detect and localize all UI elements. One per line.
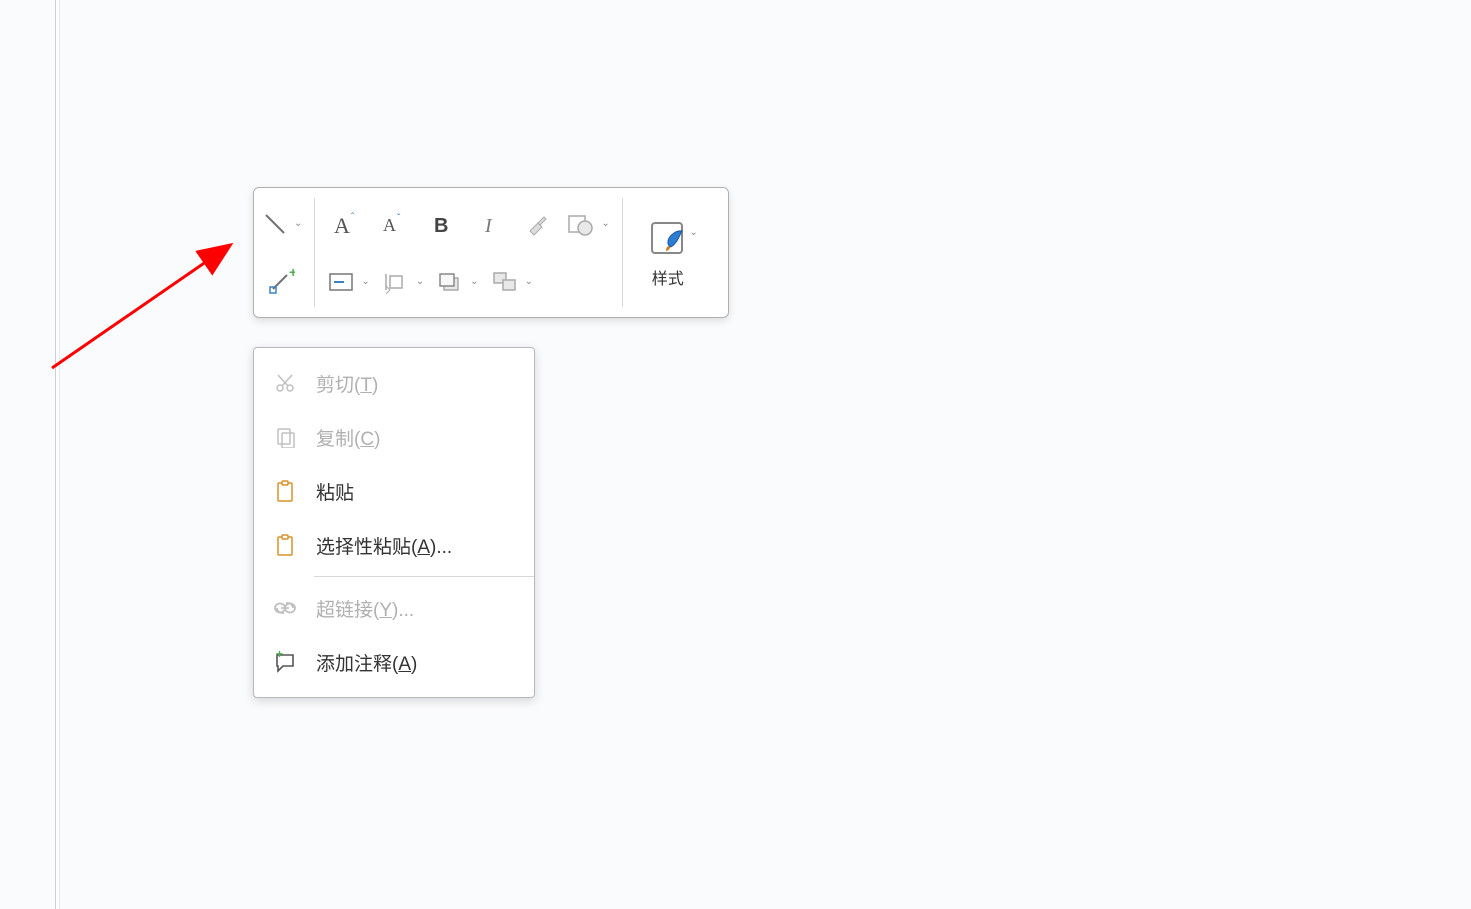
svg-text:ˇ: ˇ <box>397 212 401 224</box>
chevron-down-icon: ⌄ <box>470 276 478 287</box>
svg-text:+: + <box>289 267 295 280</box>
styles-icon <box>646 217 690 261</box>
italic-icon: I <box>477 212 501 236</box>
mini-toolbar: ⌄ + A ˆ A <box>253 187 729 318</box>
increase-font-icon: A ˆ <box>330 209 360 239</box>
paste-icon <box>272 478 298 504</box>
context-menu: 剪切(T) 复制(C) 粘贴 选择性粘贴(A)... 超链接(Y)... + 添… <box>253 347 535 698</box>
align-button[interactable]: ⌄ <box>323 260 373 304</box>
menu-hyperlink-label: 超链接(Y)... <box>316 595 414 622</box>
annotation-arrow <box>48 188 238 378</box>
menu-copy: 复制(C) <box>254 410 534 464</box>
menu-cut: 剪切(T) <box>254 356 534 410</box>
menu-comment-label: 添加注释(A) <box>316 649 417 676</box>
styles-button[interactable]: ⌄ 样式 <box>635 194 701 311</box>
scissors-icon <box>272 370 298 396</box>
decrease-font-button[interactable]: A ˇ <box>371 202 415 246</box>
italic-button[interactable]: I <box>467 202 511 246</box>
line-icon <box>262 211 288 237</box>
group-button[interactable]: ⌄ <box>487 260 537 304</box>
increase-font-button[interactable]: A ˆ <box>323 202 367 246</box>
decrease-font-icon: A ˇ <box>378 209 408 239</box>
shape-fill-button[interactable]: ⌄ <box>563 202 613 246</box>
chevron-down-icon: ⌄ <box>294 218 302 229</box>
svg-text:A: A <box>383 215 396 235</box>
bring-forward-button[interactable]: ⌄ <box>432 260 482 304</box>
format-painter-button[interactable] <box>515 202 559 246</box>
link-icon <box>272 595 298 621</box>
styles-label: 样式 <box>652 265 684 289</box>
connector-button[interactable]: + <box>258 260 302 304</box>
chevron-down-icon: ⌄ <box>689 227 697 238</box>
line-style-button[interactable]: ⌄ <box>258 202 306 246</box>
menu-comment[interactable]: + 添加注释(A) <box>254 635 534 689</box>
distribute-button[interactable]: ⌄ <box>378 260 428 304</box>
svg-text:ˆ: ˆ <box>351 211 355 223</box>
menu-paste-special-label: 选择性粘贴(A)... <box>316 532 452 559</box>
bold-icon: B <box>429 212 453 236</box>
bring-forward-icon <box>436 270 464 294</box>
align-icon <box>327 270 355 294</box>
connector-icon: + <box>265 267 295 297</box>
chevron-down-icon: ⌄ <box>525 276 533 287</box>
menu-copy-label: 复制(C) <box>316 424 380 451</box>
page-left-edge <box>55 0 60 909</box>
menu-paste-special[interactable]: 选择性粘贴(A)... <box>254 518 534 572</box>
svg-text:A: A <box>334 213 350 238</box>
brush-icon <box>524 211 550 237</box>
menu-separator <box>314 576 534 577</box>
copy-icon <box>272 424 298 450</box>
menu-paste-label: 粘贴 <box>316 478 354 505</box>
menu-paste[interactable]: 粘贴 <box>254 464 534 518</box>
menu-cut-label: 剪切(T) <box>316 370 378 397</box>
chevron-down-icon: ⌄ <box>416 276 424 287</box>
shape-fill-icon <box>567 212 595 236</box>
svg-text:+: + <box>276 651 283 661</box>
distribute-icon <box>382 270 410 294</box>
svg-text:B: B <box>434 215 448 236</box>
comment-icon: + <box>272 649 298 675</box>
menu-hyperlink: 超链接(Y)... <box>254 581 534 635</box>
svg-text:I: I <box>484 215 493 236</box>
chevron-down-icon: ⌄ <box>361 276 369 287</box>
group-icon <box>491 270 519 294</box>
bold-button[interactable]: B <box>419 202 463 246</box>
paste-special-icon <box>272 532 298 558</box>
chevron-down-icon: ⌄ <box>601 218 609 229</box>
